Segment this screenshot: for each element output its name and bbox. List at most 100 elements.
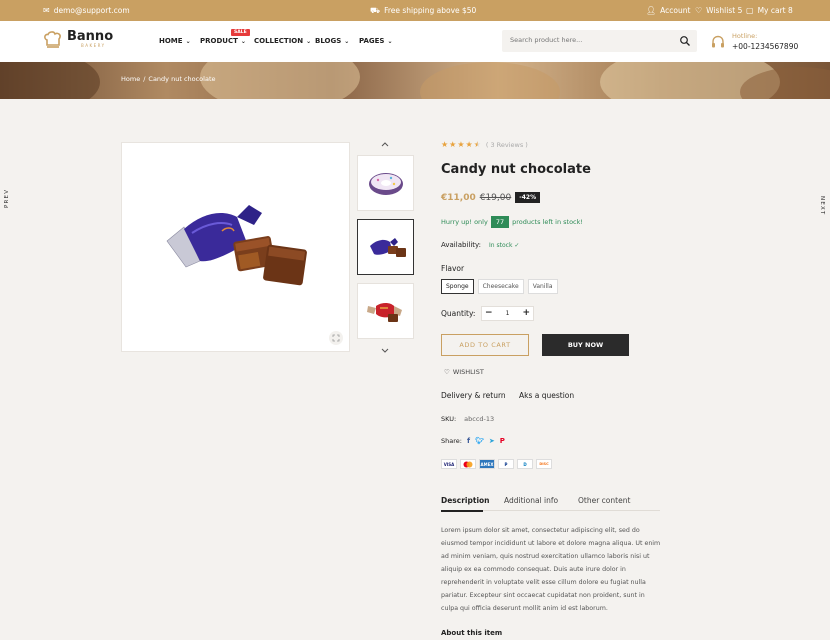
buy-now-button[interactable]: BUY NOW [542, 334, 629, 356]
star-icon: ★ [441, 140, 449, 149]
site-header: Banno BAKERY HOME ⌄ PRODUCT ⌄ SALE COLLE… [0, 21, 830, 62]
wishlist-label: Wishlist 5 [706, 6, 743, 15]
banner-texture [420, 62, 560, 99]
banner-texture [200, 62, 360, 99]
chevron-down-icon: ⌄ [185, 37, 191, 45]
sku: SKU: abccd-13 [441, 415, 494, 423]
bag-icon: ▢ [746, 5, 754, 15]
quantity-value[interactable]: 1 [506, 310, 510, 317]
sku-value: abccd-13 [464, 415, 495, 423]
availability-label: Availability: [441, 241, 482, 249]
chef-hat-icon [44, 31, 61, 48]
star-icon: ★ [457, 140, 465, 149]
twitter-icon[interactable]: 🐦︎ [475, 437, 484, 445]
availability-status: In stock ✓ [489, 242, 519, 249]
breadcrumb-home[interactable]: Home [121, 75, 140, 83]
tab-additional-info[interactable]: Additional info [504, 496, 558, 505]
account-link[interactable]: 👤︎ Account [646, 6, 690, 15]
banner-texture [0, 62, 100, 99]
flavor-option-sponge[interactable]: Sponge [441, 279, 474, 294]
nav-product[interactable]: PRODUCT ⌄ SALE [200, 29, 250, 45]
candy-thumb-image [370, 238, 406, 257]
tab-other-content[interactable]: Other content [578, 496, 630, 505]
wishlist-link[interactable]: ♡ Wishlist 5 [695, 6, 742, 15]
original-price: €19,00 [479, 192, 512, 203]
check-icon: ✓ [514, 241, 520, 249]
search-icon[interactable] [679, 35, 691, 47]
logo-name: Banno [67, 29, 114, 44]
description-text: Lorem ipsum dolor sit amet, consectetur … [441, 527, 661, 612]
cart-link[interactable]: ▢ My cart 8 [746, 6, 793, 15]
telegram-icon[interactable]: ➤ [489, 437, 495, 445]
top-bar: ✉ demo@support.com ⛟ Free shipping above… [0, 0, 830, 21]
nav-pages[interactable]: PAGES ⌄ [359, 37, 393, 45]
product-main-image[interactable] [121, 142, 350, 352]
nav-home[interactable]: HOME ⌄ [159, 37, 191, 45]
quantity-label: Quantity: [441, 309, 476, 318]
flavor-option-cheesecake[interactable]: Cheesecake [477, 279, 524, 294]
prev-product-link[interactable]: PREV [4, 189, 10, 208]
breadcrumb-separator: / [143, 75, 146, 83]
product-tabs: Description Additional info Other conten… [441, 492, 660, 512]
star-icon: ★ [449, 140, 457, 149]
nav-pages-label: PAGES [359, 37, 385, 45]
search-input[interactable] [510, 36, 670, 44]
breadcrumb: Home / Candy nut chocolate [121, 75, 216, 83]
support-email[interactable]: ✉ demo@support.com [43, 6, 130, 15]
tab-description[interactable]: Description [441, 496, 490, 505]
heart-icon: ♡ [444, 368, 450, 376]
logo[interactable]: Banno BAKERY [43, 29, 114, 49]
user-icon: 👤︎ [646, 5, 657, 15]
expand-icon [332, 334, 340, 342]
paypal-icon: P [498, 459, 514, 469]
rating-stars: ★ ★ ★ ★ ★ ( 3 Reviews ) [441, 140, 528, 150]
payment-methods: VISA AMEX P D DISC [441, 459, 552, 469]
nav-collection[interactable]: COLLECTION ⌄ [254, 37, 311, 45]
support-email-text: demo@support.com [53, 6, 130, 15]
headphones-icon [712, 35, 724, 48]
thumbnail-3[interactable] [357, 283, 414, 339]
visa-icon: VISA [441, 459, 457, 469]
add-to-wishlist[interactable]: ♡ WISHLIST [444, 368, 484, 376]
minus-icon[interactable]: − [485, 309, 493, 318]
delivery-return-link[interactable]: Delivery & return [441, 391, 506, 400]
active-tab-indicator [441, 510, 483, 512]
nav-home-label: HOME [159, 37, 183, 45]
ask-question-link[interactable]: Aks a question [519, 391, 574, 400]
flavor-label: Flavor [441, 264, 465, 273]
thumb-scroll-down[interactable] [380, 347, 390, 355]
nav-blogs[interactable]: BLOGS ⌄ [315, 37, 349, 45]
mastercard-icon [460, 459, 476, 469]
review-count[interactable]: ( 3 Reviews ) [486, 141, 528, 149]
zoom-button[interactable] [329, 331, 343, 345]
red-candy-image [367, 303, 402, 322]
chevron-down-icon: ⌄ [387, 37, 393, 45]
hotline-label: Hotline: [732, 32, 758, 40]
stock-notice: Hurry up! only 77 products left in stock… [441, 216, 583, 228]
thumb-scroll-up[interactable] [380, 140, 390, 148]
nav-blogs-label: BLOGS [315, 37, 342, 45]
breadcrumb-current: Candy nut chocolate [148, 75, 216, 83]
share-label: Share: [441, 437, 462, 445]
pinterest-icon[interactable]: P [500, 437, 505, 445]
nav-product-label: PRODUCT [200, 37, 238, 45]
availability: Availability: In stock ✓ [441, 241, 519, 249]
truck-icon: ⛟ [370, 5, 381, 15]
share-row: Share: f 🐦︎ ➤ P [441, 437, 505, 445]
mail-icon: ✉ [43, 5, 50, 15]
flavor-option-vanilla[interactable]: Vanilla [527, 279, 558, 294]
price-row: €11,00 €19,00 -42% [441, 192, 541, 203]
plus-icon[interactable]: + [522, 309, 530, 318]
star-icon: ★ [465, 140, 473, 149]
facebook-icon[interactable]: f [467, 437, 470, 445]
sku-label: SKU: [441, 415, 457, 423]
candy-image [166, 205, 307, 286]
quantity-stepper: − 1 + [481, 306, 534, 321]
thumbnail-1[interactable] [357, 155, 414, 211]
thumbnail-2[interactable] [357, 219, 414, 275]
add-to-cart-button[interactable]: ADD TO CART [441, 334, 529, 356]
cart-label: My cart 8 [757, 6, 793, 15]
stock-count: 77 [490, 216, 510, 228]
mastercard-circles [463, 461, 473, 467]
next-product-link[interactable]: NEXT [819, 196, 825, 215]
